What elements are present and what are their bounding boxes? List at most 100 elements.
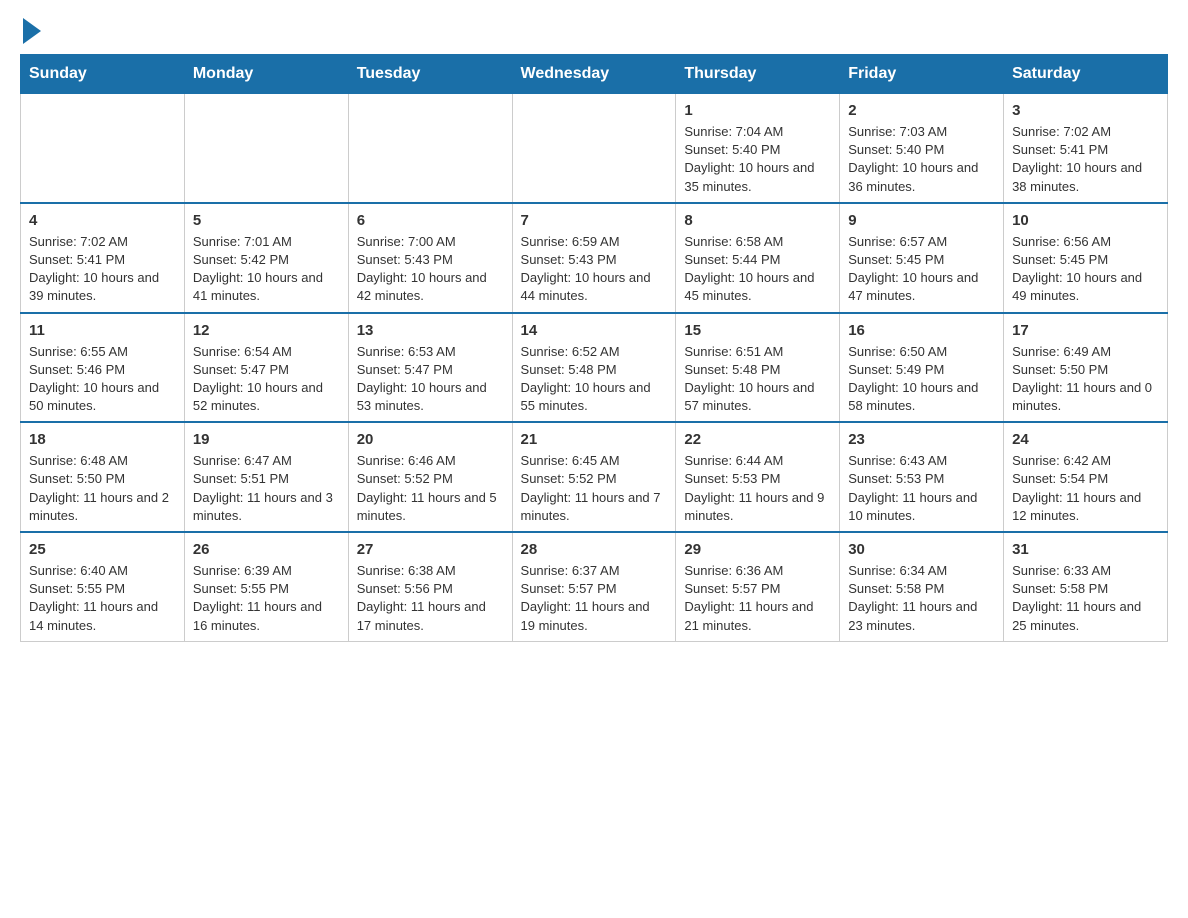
day-info: Daylight: 11 hours and 12 minutes. xyxy=(1012,489,1159,525)
day-info: Sunset: 5:43 PM xyxy=(357,251,504,269)
day-number: 18 xyxy=(29,429,176,450)
day-info: Sunset: 5:58 PM xyxy=(848,580,995,598)
day-info: Sunset: 5:50 PM xyxy=(29,470,176,488)
calendar-cell: 22Sunrise: 6:44 AMSunset: 5:53 PMDayligh… xyxy=(676,422,840,532)
day-info: Sunrise: 6:46 AM xyxy=(357,452,504,470)
calendar-cell: 14Sunrise: 6:52 AMSunset: 5:48 PMDayligh… xyxy=(512,313,676,423)
day-info: Daylight: 10 hours and 47 minutes. xyxy=(848,269,995,305)
calendar-cell: 28Sunrise: 6:37 AMSunset: 5:57 PMDayligh… xyxy=(512,532,676,641)
day-info: Sunset: 5:45 PM xyxy=(1012,251,1159,269)
day-info: Sunset: 5:47 PM xyxy=(357,361,504,379)
day-number: 11 xyxy=(29,320,176,341)
day-info: Sunset: 5:53 PM xyxy=(684,470,831,488)
calendar-cell xyxy=(512,94,676,203)
day-info: Sunset: 5:40 PM xyxy=(684,141,831,159)
calendar-cell: 30Sunrise: 6:34 AMSunset: 5:58 PMDayligh… xyxy=(840,532,1004,641)
day-number: 15 xyxy=(684,320,831,341)
day-header-sunday: Sunday xyxy=(21,55,185,94)
day-info: Sunrise: 6:57 AM xyxy=(848,233,995,251)
calendar-cell xyxy=(21,94,185,203)
calendar-cell: 2Sunrise: 7:03 AMSunset: 5:40 PMDaylight… xyxy=(840,94,1004,203)
day-number: 26 xyxy=(193,539,340,560)
day-info: Daylight: 11 hours and 0 minutes. xyxy=(1012,379,1159,415)
day-info: Sunset: 5:57 PM xyxy=(684,580,831,598)
day-number: 10 xyxy=(1012,210,1159,231)
logo xyxy=(20,20,41,44)
day-info: Daylight: 11 hours and 16 minutes. xyxy=(193,598,340,634)
calendar-week-row: 1Sunrise: 7:04 AMSunset: 5:40 PMDaylight… xyxy=(21,94,1168,203)
day-info: Daylight: 10 hours and 52 minutes. xyxy=(193,379,340,415)
day-info: Sunrise: 7:02 AM xyxy=(29,233,176,251)
calendar-cell: 21Sunrise: 6:45 AMSunset: 5:52 PMDayligh… xyxy=(512,422,676,532)
calendar-table: SundayMondayTuesdayWednesdayThursdayFrid… xyxy=(20,54,1168,642)
day-info: Sunset: 5:56 PM xyxy=(357,580,504,598)
day-info: Sunrise: 6:49 AM xyxy=(1012,343,1159,361)
day-info: Sunset: 5:54 PM xyxy=(1012,470,1159,488)
day-number: 16 xyxy=(848,320,995,341)
day-info: Sunset: 5:47 PM xyxy=(193,361,340,379)
day-number: 9 xyxy=(848,210,995,231)
day-header-monday: Monday xyxy=(184,55,348,94)
day-header-friday: Friday xyxy=(840,55,1004,94)
calendar-cell: 29Sunrise: 6:36 AMSunset: 5:57 PMDayligh… xyxy=(676,532,840,641)
day-info: Daylight: 10 hours and 41 minutes. xyxy=(193,269,340,305)
day-info: Sunrise: 6:58 AM xyxy=(684,233,831,251)
day-info: Sunset: 5:58 PM xyxy=(1012,580,1159,598)
day-number: 13 xyxy=(357,320,504,341)
day-header-saturday: Saturday xyxy=(1004,55,1168,94)
calendar-week-row: 18Sunrise: 6:48 AMSunset: 5:50 PMDayligh… xyxy=(21,422,1168,532)
calendar-cell: 20Sunrise: 6:46 AMSunset: 5:52 PMDayligh… xyxy=(348,422,512,532)
day-info: Sunrise: 7:03 AM xyxy=(848,123,995,141)
calendar-week-row: 11Sunrise: 6:55 AMSunset: 5:46 PMDayligh… xyxy=(21,313,1168,423)
day-info: Daylight: 10 hours and 57 minutes. xyxy=(684,379,831,415)
day-info: Sunrise: 6:47 AM xyxy=(193,452,340,470)
day-info: Sunset: 5:49 PM xyxy=(848,361,995,379)
calendar-cell: 10Sunrise: 6:56 AMSunset: 5:45 PMDayligh… xyxy=(1004,203,1168,313)
day-number: 2 xyxy=(848,100,995,121)
day-info: Sunrise: 6:38 AM xyxy=(357,562,504,580)
day-info: Daylight: 10 hours and 58 minutes. xyxy=(848,379,995,415)
calendar-cell: 24Sunrise: 6:42 AMSunset: 5:54 PMDayligh… xyxy=(1004,422,1168,532)
day-number: 12 xyxy=(193,320,340,341)
day-info: Daylight: 11 hours and 17 minutes. xyxy=(357,598,504,634)
day-info: Sunset: 5:57 PM xyxy=(521,580,668,598)
day-info: Sunset: 5:43 PM xyxy=(521,251,668,269)
day-info: Daylight: 10 hours and 36 minutes. xyxy=(848,159,995,195)
day-info: Daylight: 10 hours and 55 minutes. xyxy=(521,379,668,415)
day-info: Daylight: 11 hours and 9 minutes. xyxy=(684,489,831,525)
day-number: 6 xyxy=(357,210,504,231)
day-info: Sunset: 5:55 PM xyxy=(29,580,176,598)
day-number: 4 xyxy=(29,210,176,231)
day-number: 21 xyxy=(521,429,668,450)
day-info: Sunrise: 7:04 AM xyxy=(684,123,831,141)
day-info: Daylight: 10 hours and 42 minutes. xyxy=(357,269,504,305)
day-info: Sunset: 5:44 PM xyxy=(684,251,831,269)
day-info: Sunset: 5:48 PM xyxy=(684,361,831,379)
day-info: Daylight: 11 hours and 25 minutes. xyxy=(1012,598,1159,634)
day-info: Sunset: 5:55 PM xyxy=(193,580,340,598)
day-info: Daylight: 10 hours and 50 minutes. xyxy=(29,379,176,415)
day-info: Sunset: 5:52 PM xyxy=(357,470,504,488)
day-info: Sunset: 5:51 PM xyxy=(193,470,340,488)
day-info: Daylight: 10 hours and 35 minutes. xyxy=(684,159,831,195)
day-info: Daylight: 11 hours and 5 minutes. xyxy=(357,489,504,525)
day-number: 1 xyxy=(684,100,831,121)
day-number: 24 xyxy=(1012,429,1159,450)
calendar-cell xyxy=(184,94,348,203)
calendar-week-row: 25Sunrise: 6:40 AMSunset: 5:55 PMDayligh… xyxy=(21,532,1168,641)
calendar-cell: 7Sunrise: 6:59 AMSunset: 5:43 PMDaylight… xyxy=(512,203,676,313)
day-info: Sunrise: 7:00 AM xyxy=(357,233,504,251)
calendar-cell: 26Sunrise: 6:39 AMSunset: 5:55 PMDayligh… xyxy=(184,532,348,641)
calendar-cell: 31Sunrise: 6:33 AMSunset: 5:58 PMDayligh… xyxy=(1004,532,1168,641)
day-info: Daylight: 10 hours and 49 minutes. xyxy=(1012,269,1159,305)
calendar-cell: 8Sunrise: 6:58 AMSunset: 5:44 PMDaylight… xyxy=(676,203,840,313)
day-info: Sunrise: 6:51 AM xyxy=(684,343,831,361)
day-info: Daylight: 10 hours and 44 minutes. xyxy=(521,269,668,305)
day-info: Sunset: 5:41 PM xyxy=(29,251,176,269)
day-info: Sunrise: 6:59 AM xyxy=(521,233,668,251)
day-info: Sunrise: 6:34 AM xyxy=(848,562,995,580)
calendar-cell: 13Sunrise: 6:53 AMSunset: 5:47 PMDayligh… xyxy=(348,313,512,423)
day-info: Daylight: 11 hours and 7 minutes. xyxy=(521,489,668,525)
day-number: 28 xyxy=(521,539,668,560)
day-header-tuesday: Tuesday xyxy=(348,55,512,94)
